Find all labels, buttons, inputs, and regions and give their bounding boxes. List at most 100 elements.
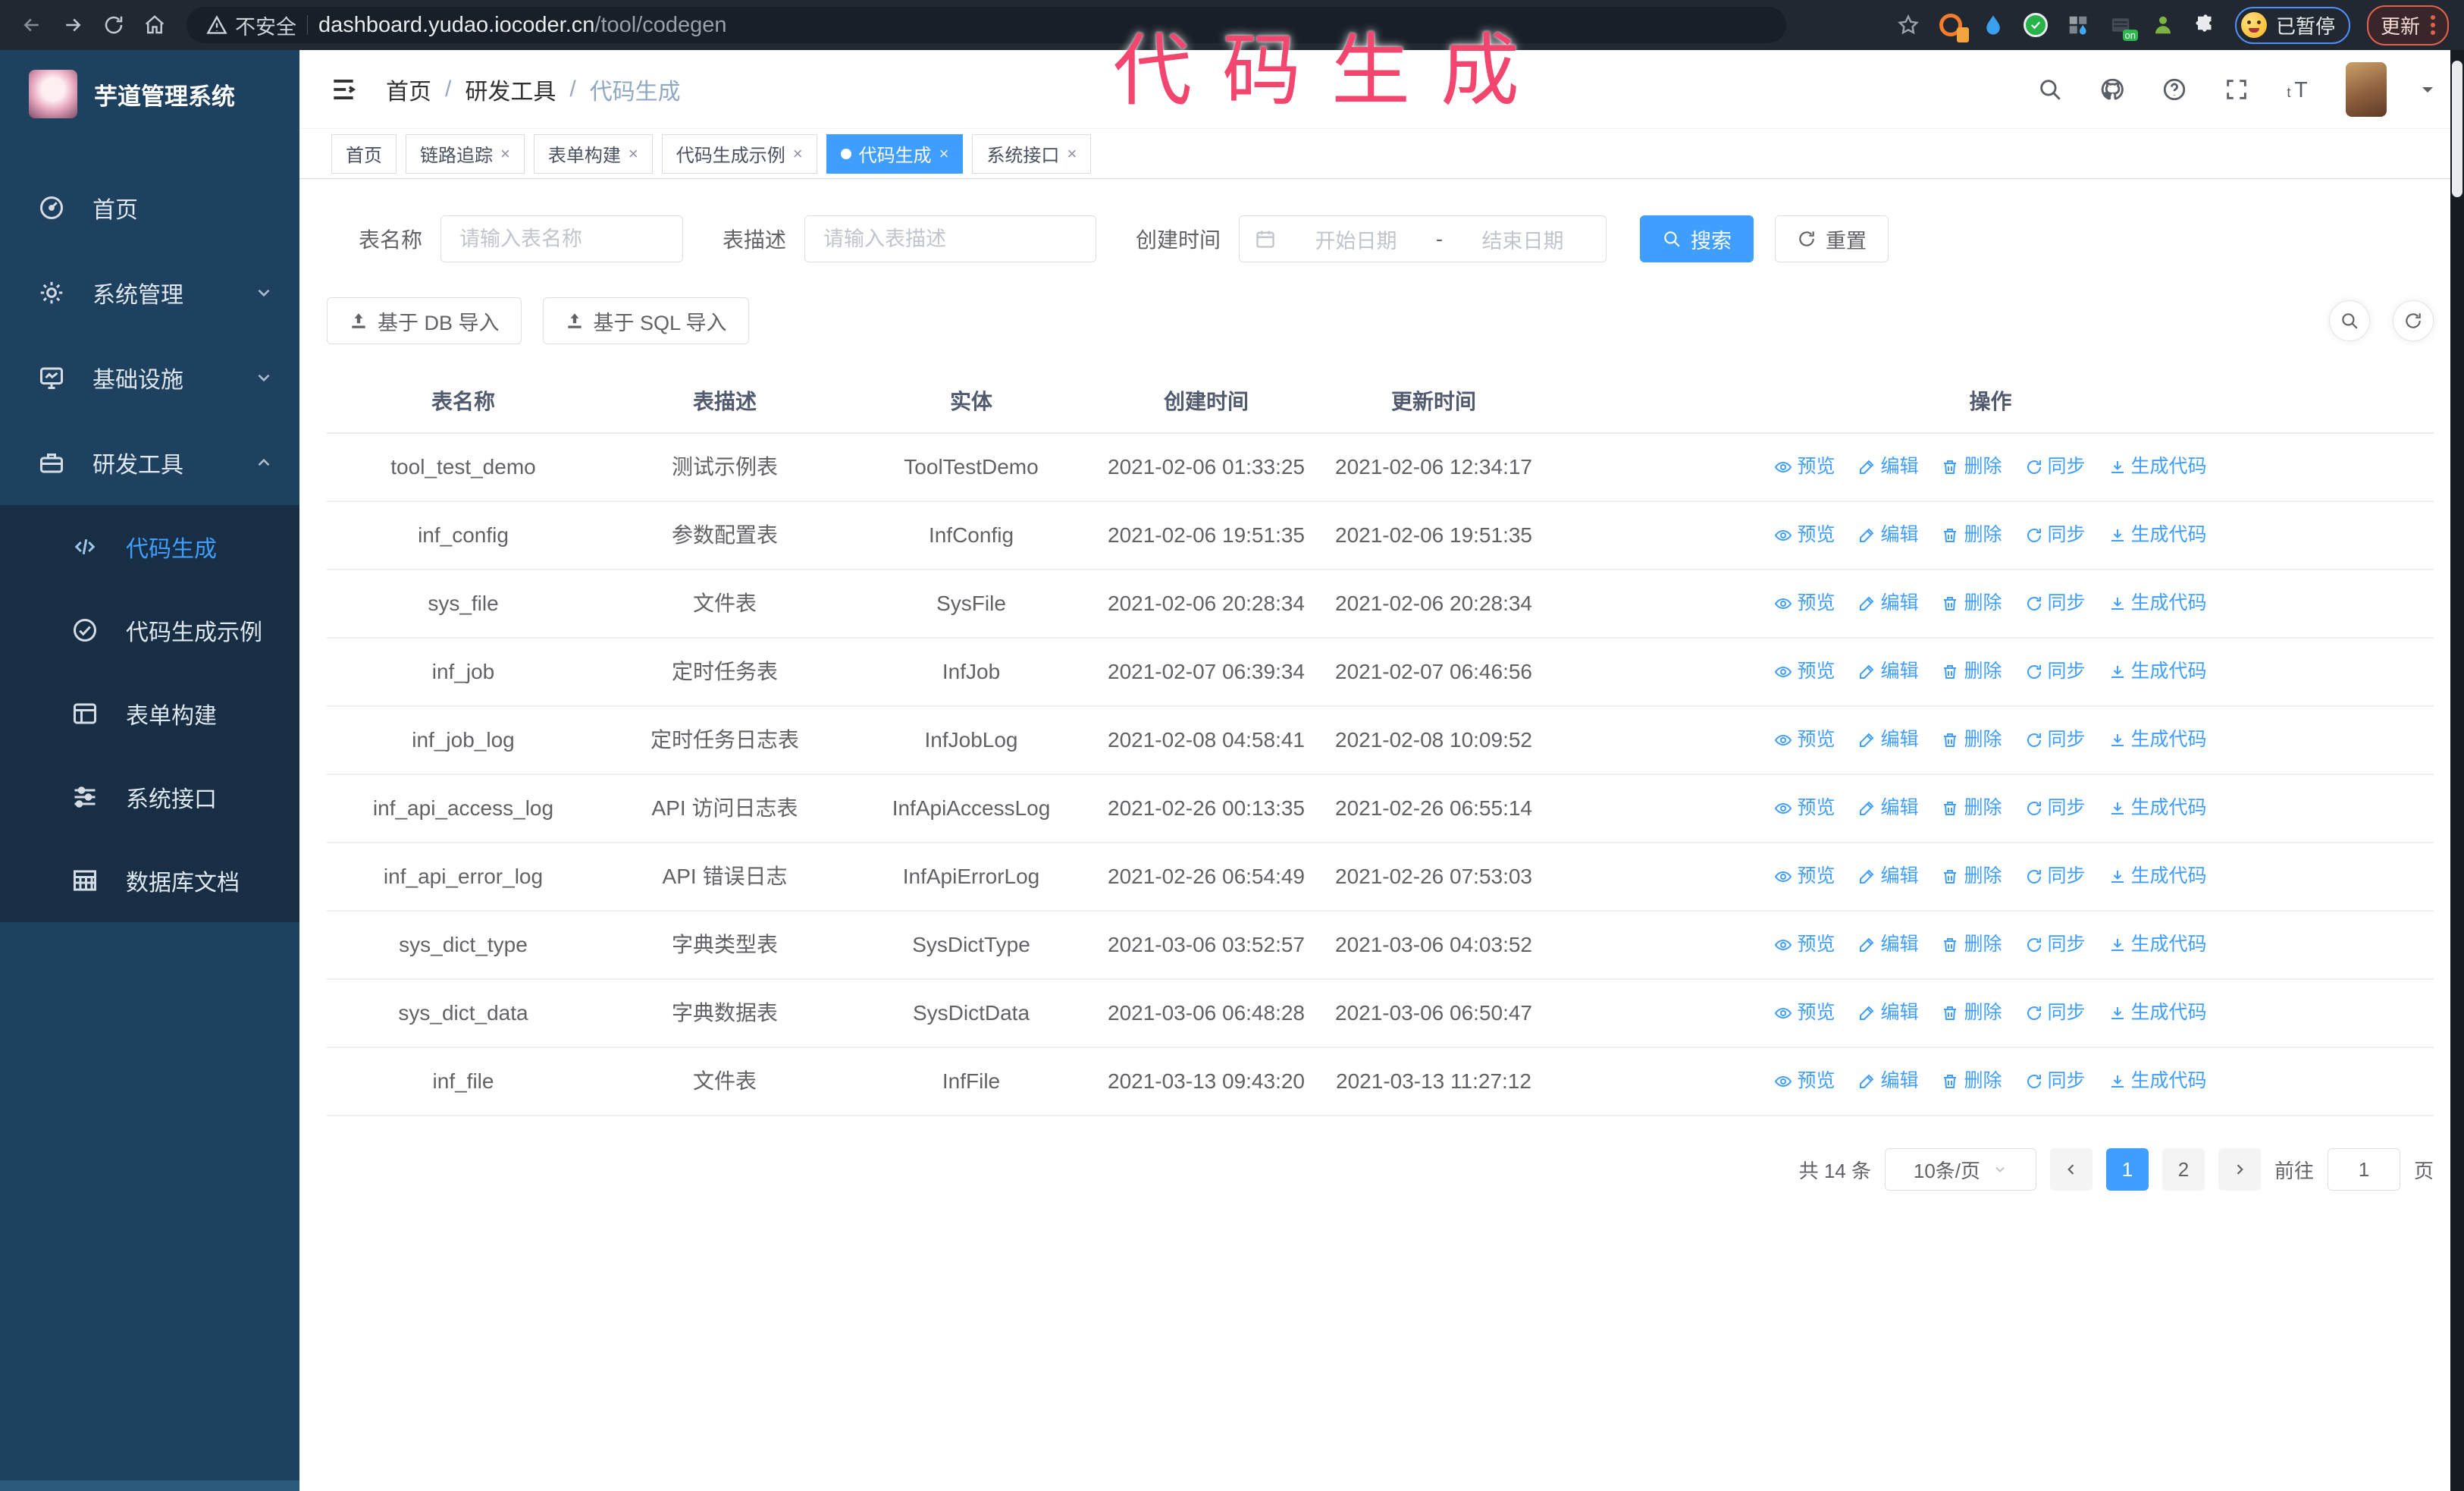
import-db-button[interactable]: 基于 DB 导入 xyxy=(327,297,522,344)
action-sync-link[interactable]: 同步 xyxy=(2025,521,2086,550)
hamburger-icon[interactable] xyxy=(327,73,360,106)
table-name-input[interactable] xyxy=(440,215,684,262)
action-preview-link[interactable]: 预览 xyxy=(1774,453,1835,482)
sidebar-item-2[interactable]: 基础设施 xyxy=(0,335,299,420)
goto-page-input[interactable] xyxy=(2327,1148,2400,1191)
scrollbar-thumb[interactable] xyxy=(2452,61,2462,197)
action-generate-code-link[interactable]: 生成代码 xyxy=(2108,521,2207,550)
prev-page-button[interactable] xyxy=(2049,1148,2093,1191)
close-icon[interactable]: × xyxy=(500,145,510,162)
refresh-table-button[interactable] xyxy=(2393,300,2434,341)
fullscreen-icon[interactable] xyxy=(2221,74,2252,105)
action-sync-link[interactable]: 同步 xyxy=(2025,589,2086,618)
app-logo-row[interactable]: 芋道管理系统 xyxy=(0,50,299,138)
browser-reload-icon[interactable] xyxy=(97,8,130,42)
action-delete-link[interactable]: 删除 xyxy=(1941,862,2002,891)
import-sql-button[interactable]: 基于 SQL 导入 xyxy=(542,297,749,344)
action-generate-code-link[interactable]: 生成代码 xyxy=(2108,931,2207,959)
action-delete-link[interactable]: 删除 xyxy=(1941,521,2002,550)
action-delete-link[interactable]: 删除 xyxy=(1941,589,2002,618)
action-edit-link[interactable]: 编辑 xyxy=(1857,1067,1918,1096)
header-search-icon[interactable] xyxy=(2035,74,2065,105)
action-delete-link[interactable]: 删除 xyxy=(1941,453,2002,482)
browser-home-icon[interactable] xyxy=(138,8,171,42)
action-sync-link[interactable]: 同步 xyxy=(2025,862,2086,891)
breadcrumb-devtools[interactable]: 研发工具 xyxy=(465,73,556,106)
action-generate-code-link[interactable]: 生成代码 xyxy=(2108,999,2207,1028)
action-preview-link[interactable]: 预览 xyxy=(1774,794,1835,823)
action-edit-link[interactable]: 编辑 xyxy=(1857,453,1918,482)
action-generate-code-link[interactable]: 生成代码 xyxy=(2108,658,2207,686)
extension-orange-icon[interactable] xyxy=(1938,12,1969,42)
close-icon[interactable]: × xyxy=(939,145,949,162)
sidebar-item-1[interactable]: 系统管理 xyxy=(0,250,299,335)
action-sync-link[interactable]: 同步 xyxy=(2025,794,2086,823)
action-edit-link[interactable]: 编辑 xyxy=(1857,521,1918,550)
action-preview-link[interactable]: 预览 xyxy=(1774,1067,1835,1096)
action-sync-link[interactable]: 同步 xyxy=(2025,453,2086,482)
action-sync-link[interactable]: 同步 xyxy=(2025,1067,2086,1096)
extension-grid-icon[interactable] xyxy=(2065,12,2091,38)
user-menu-caret-icon[interactable] xyxy=(2419,80,2437,99)
extension-green-person-icon[interactable] xyxy=(2150,12,2176,38)
toggle-search-button[interactable] xyxy=(2329,300,2370,341)
action-delete-link[interactable]: 删除 xyxy=(1941,726,2002,755)
action-sync-link[interactable]: 同步 xyxy=(2025,931,2086,959)
action-sync-link[interactable]: 同步 xyxy=(2025,999,2086,1028)
create-time-range-picker[interactable]: 开始日期 - 结束日期 xyxy=(1239,215,1607,262)
action-generate-code-link[interactable]: 生成代码 xyxy=(2108,726,2207,755)
extension-blue-drop-icon[interactable] xyxy=(1980,12,2006,38)
action-sync-link[interactable]: 同步 xyxy=(2025,658,2086,686)
action-delete-link[interactable]: 删除 xyxy=(1941,1067,2002,1096)
browser-forward-icon[interactable] xyxy=(56,8,89,42)
bookmark-star-icon[interactable] xyxy=(1895,12,1921,38)
browser-profile-paused-badge[interactable]: 已暂停 xyxy=(2234,6,2350,44)
action-edit-link[interactable]: 编辑 xyxy=(1857,794,1918,823)
close-icon[interactable]: × xyxy=(1067,145,1077,162)
action-edit-link[interactable]: 编辑 xyxy=(1857,658,1918,686)
tab-5[interactable]: 系统接口 × xyxy=(972,133,1092,174)
action-delete-link[interactable]: 删除 xyxy=(1941,931,2002,959)
sidebar-collapse-bar[interactable] xyxy=(0,1480,299,1491)
action-delete-link[interactable]: 删除 xyxy=(1941,999,2002,1028)
sidebar-subitem-4[interactable]: 数据库文档 xyxy=(0,839,299,922)
page-scrollbar[interactable] xyxy=(2450,50,2464,1491)
sidebar-subitem-0[interactable]: 代码生成 xyxy=(0,505,299,589)
not-secure-warning-icon[interactable]: 不安全 xyxy=(206,11,296,40)
browser-back-icon[interactable] xyxy=(15,8,49,42)
action-generate-code-link[interactable]: 生成代码 xyxy=(2108,1067,2207,1096)
next-page-button[interactable] xyxy=(2218,1148,2261,1191)
help-icon[interactable] xyxy=(2159,74,2190,105)
sidebar-item-3[interactable]: 研发工具 xyxy=(0,420,299,505)
action-edit-link[interactable]: 编辑 xyxy=(1857,726,1918,755)
sidebar-item-0[interactable]: 首页 xyxy=(0,165,299,250)
action-preview-link[interactable]: 预览 xyxy=(1774,931,1835,959)
action-preview-link[interactable]: 预览 xyxy=(1774,589,1835,618)
action-edit-link[interactable]: 编辑 xyxy=(1857,862,1918,891)
action-generate-code-link[interactable]: 生成代码 xyxy=(2108,862,2207,891)
page-size-select[interactable]: 10条/页 xyxy=(1884,1148,2036,1191)
extension-puzzle-icon[interactable] xyxy=(2193,12,2218,38)
browser-update-button[interactable]: 更新 xyxy=(2366,5,2449,46)
action-sync-link[interactable]: 同步 xyxy=(2025,726,2086,755)
close-icon[interactable]: × xyxy=(793,145,803,162)
page-button-1[interactable]: 1 xyxy=(2105,1148,2149,1191)
breadcrumb-home[interactable]: 首页 xyxy=(386,73,431,106)
browser-menu-dots-icon[interactable] xyxy=(2431,15,2435,35)
sidebar-subitem-3[interactable]: 系统接口 xyxy=(0,755,299,839)
action-generate-code-link[interactable]: 生成代码 xyxy=(2108,453,2207,482)
action-preview-link[interactable]: 预览 xyxy=(1774,999,1835,1028)
search-button[interactable]: 搜索 xyxy=(1640,215,1754,262)
action-delete-link[interactable]: 删除 xyxy=(1941,794,2002,823)
table-desc-input[interactable] xyxy=(804,215,1097,262)
page-button-2[interactable]: 2 xyxy=(2161,1148,2205,1191)
action-preview-link[interactable]: 预览 xyxy=(1774,726,1835,755)
action-preview-link[interactable]: 预览 xyxy=(1774,862,1835,891)
github-icon[interactable] xyxy=(2097,74,2127,105)
action-preview-link[interactable]: 预览 xyxy=(1774,658,1835,686)
sidebar-subitem-2[interactable]: 表单构建 xyxy=(0,672,299,755)
action-edit-link[interactable]: 编辑 xyxy=(1857,589,1918,618)
sidebar-subitem-1[interactable]: 代码生成示例 xyxy=(0,589,299,672)
action-preview-link[interactable]: 预览 xyxy=(1774,521,1835,550)
address-bar[interactable]: 不安全 dashboard.yudao.iocoder.cn/tool/code… xyxy=(187,7,1786,43)
